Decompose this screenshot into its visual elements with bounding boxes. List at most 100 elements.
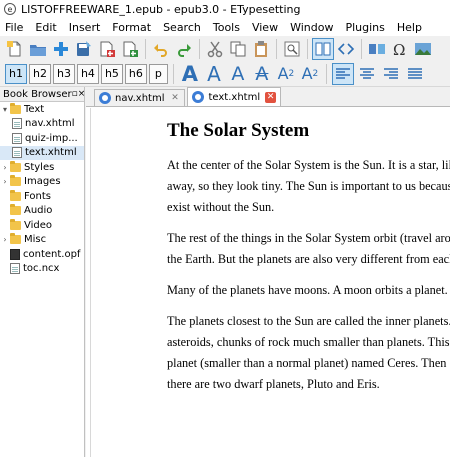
tree-file-content-opf[interactable]: content.opf (0, 247, 84, 262)
tree-folder-video[interactable]: Video (0, 218, 84, 233)
superscript-icon[interactable]: A2 (299, 63, 321, 85)
tree-file-toc[interactable]: toc.ncx (0, 262, 84, 277)
tree-file-quiz[interactable]: quiz-imp... (0, 131, 84, 146)
undo-icon[interactable] (150, 38, 172, 60)
document-content: The Solar System At the center of the So… (167, 120, 450, 405)
align-center-icon[interactable] (356, 63, 378, 85)
chevron-right-icon[interactable]: › (0, 163, 10, 172)
cut-icon[interactable] (204, 38, 226, 60)
paragraph-button[interactable]: p (148, 63, 168, 84)
tree-label: quiz-imp... (25, 132, 78, 144)
paragraph-line: there are two dwarf planets, Pluto and E… (167, 377, 380, 391)
heading-1-button[interactable]: h1 (5, 63, 27, 84)
menu-insert[interactable]: Insert (63, 21, 107, 34)
align-right-icon[interactable] (380, 63, 402, 85)
menu-search[interactable]: Search (157, 21, 207, 34)
xhtml-file-icon (192, 91, 205, 103)
folder-icon (10, 218, 21, 230)
tree-label: Styles (24, 161, 55, 173)
main-toolbar: Ω (0, 36, 450, 61)
menu-format[interactable]: Format (106, 21, 157, 34)
close-panel-icon[interactable]: × (78, 89, 86, 99)
menu-plugins[interactable]: Plugins (339, 21, 390, 34)
menu-window[interactable]: Window (284, 21, 339, 34)
tab-text-xhtml[interactable]: text.xhtml ✕ (187, 87, 282, 106)
paragraph-line: The planets closest to the Sun are calle… (167, 314, 450, 328)
paragraph: The planets closest to the Sun are calle… (167, 311, 450, 395)
tab-label: text.xhtml (208, 91, 261, 103)
heading-5-button[interactable]: h5 (100, 63, 123, 84)
tree-file-text[interactable]: text.xhtml (0, 145, 84, 160)
file-icon (12, 118, 22, 130)
bold-icon[interactable]: A (179, 62, 201, 86)
chevron-right-icon[interactable]: › (0, 177, 10, 186)
save-icon[interactable] (73, 38, 95, 60)
opf-file-icon (10, 248, 20, 260)
editor-tab-bar: nav.xhtml ✕ text.xhtml ✕ (86, 87, 450, 107)
tree-folder-text[interactable]: ▾ Text (0, 102, 84, 117)
folder-icon (10, 233, 21, 245)
underline-icon[interactable]: A (227, 63, 249, 85)
align-left-icon[interactable] (331, 62, 354, 85)
paragraph: Many of the planets have moons. A moon o… (167, 280, 450, 301)
tree-folder-misc[interactable]: › Misc (0, 233, 84, 248)
align-justify-icon[interactable] (404, 63, 426, 85)
paste-icon[interactable] (250, 38, 272, 60)
tree-label: text.xhtml (25, 147, 77, 159)
menu-view[interactable]: View (246, 21, 284, 34)
toolbar-separator (307, 38, 308, 59)
menu-edit[interactable]: Edit (29, 21, 62, 34)
menu-file[interactable]: File (0, 21, 29, 34)
tree-label: Video (24, 219, 53, 231)
menu-help[interactable]: Help (391, 21, 428, 34)
heading-4-button[interactable]: h4 (76, 63, 99, 84)
toolbar-separator (276, 38, 277, 59)
folder-icon (10, 204, 21, 216)
add-icon[interactable] (50, 38, 72, 60)
paragraph-line: planet (smaller than a normal planet) na… (167, 356, 450, 370)
metadata-icon[interactable] (366, 38, 388, 60)
redo-icon[interactable] (173, 38, 195, 60)
title-bar: e LISTOFFREEWARE_1.epub - epub3.0 - ETyp… (0, 0, 450, 18)
tree-folder-styles[interactable]: › Styles (0, 160, 84, 175)
tree-folder-fonts[interactable]: Fonts (0, 189, 84, 204)
paragraph-line: exist without the Sun. (167, 200, 275, 214)
open-folder-icon[interactable] (27, 38, 49, 60)
add-image-icon[interactable] (119, 38, 141, 60)
tree-label: content.opf (23, 248, 81, 260)
heading-2-button[interactable]: h2 (28, 63, 51, 84)
heading-3-button[interactable]: h3 (52, 63, 75, 84)
chevron-right-icon[interactable]: › (0, 235, 10, 244)
tree-label: Audio (24, 205, 53, 217)
paragraph-line: The rest of the things in the Solar Syst… (167, 231, 450, 245)
document-heading: The Solar System (167, 120, 310, 141)
tree-folder-audio[interactable]: Audio (0, 204, 84, 219)
copy-icon[interactable] (227, 38, 249, 60)
tab-nav-xhtml[interactable]: nav.xhtml ✕ (94, 89, 186, 106)
close-tab-icon[interactable]: ✕ (265, 91, 277, 103)
strikethrough-icon[interactable]: A (251, 63, 273, 85)
book-browser-header: Book Browser ▫ × (0, 87, 86, 102)
toolbar-separator (325, 63, 327, 84)
book-browser-title: Book Browser (3, 88, 72, 100)
folder-icon (10, 102, 21, 114)
insert-image-icon[interactable] (412, 38, 434, 60)
chevron-down-icon[interactable]: ▾ (0, 105, 10, 114)
italic-icon[interactable]: A (203, 62, 225, 86)
preview-icon[interactable] (281, 38, 303, 60)
tree-folder-images[interactable]: › Images (0, 175, 84, 190)
paragraph-line: Many of the planets have moons. A moon o… (167, 283, 450, 297)
close-tab-icon[interactable]: ✕ (169, 93, 180, 104)
menu-tools[interactable]: Tools (207, 21, 246, 34)
tree-label: nav.xhtml (25, 118, 75, 130)
heading-6-button[interactable]: h6 (124, 63, 147, 84)
book-view-document[interactable]: The Solar System At the center of the So… (90, 108, 450, 457)
paragraph-line: the Earth. But the planets are also very… (167, 252, 450, 266)
tree-file-nav[interactable]: nav.xhtml (0, 117, 84, 132)
special-chars-icon[interactable]: Ω (389, 38, 411, 60)
book-view-icon[interactable] (312, 37, 334, 60)
add-existing-icon[interactable] (96, 38, 118, 60)
code-view-icon[interactable] (335, 38, 357, 60)
new-file-icon[interactable] (4, 38, 26, 60)
subscript-icon[interactable]: A2 (275, 63, 297, 85)
